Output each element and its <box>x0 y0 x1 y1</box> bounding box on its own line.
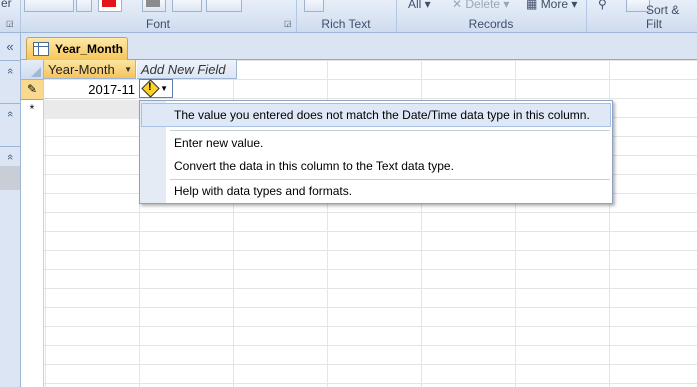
font-format-button[interactable] <box>24 0 74 12</box>
alternate-fill-button[interactable] <box>206 0 242 12</box>
document-tab-year-month[interactable]: Year_Month <box>26 37 128 60</box>
refresh-all-label[interactable]: All ▾ <box>408 0 431 11</box>
nav-selected-item[interactable] <box>0 166 20 190</box>
align-button[interactable] <box>76 0 92 12</box>
ribbon-group-records: All ▾ ✕ Delete ▾ ▦ More ▾ Records <box>396 0 587 32</box>
edit-record-icon[interactable]: ✎ <box>21 80 43 100</box>
font-color-button[interactable] <box>98 0 122 12</box>
fill-color-button[interactable] <box>142 0 166 12</box>
nav-group-chevron-icon[interactable]: « <box>2 104 18 124</box>
filter-icon[interactable]: ⚲ <box>598 0 607 11</box>
column-header-label: Year-Month <box>48 62 115 77</box>
chevron-down-icon: ▼ <box>160 84 168 93</box>
ribbon-fragment-text: er <box>1 0 12 10</box>
delete-button[interactable]: ✕ Delete ▾ <box>452 0 509 11</box>
nav-group-chevron-icon[interactable]: « <box>2 61 18 81</box>
clipboard-launcher-icon[interactable]: ◲ <box>6 19 15 28</box>
document-tab-label: Year_Month <box>55 42 124 56</box>
menu-item-convert-to-text[interactable]: Convert the data in this column to the T… <box>174 156 454 176</box>
select-all-corner[interactable] <box>21 60 44 80</box>
font-color-swatch-icon <box>102 0 116 7</box>
menu-divider <box>170 130 610 131</box>
sort-filter-group-label: Sort & Filt <box>646 3 680 31</box>
ribbon-group-richtext: Rich Text <box>296 0 397 32</box>
ribbon-group-clipboard: er ◲ <box>0 0 21 32</box>
error-smart-tag-button[interactable]: ! ▼ <box>139 79 173 98</box>
menu-divider <box>170 179 610 180</box>
table-icon <box>33 42 49 56</box>
error-options-menu: The value you entered does not match the… <box>139 100 613 204</box>
column-header-year-month[interactable]: Year-Month ▼ <box>44 60 136 79</box>
warning-exclamation-icon: ! <box>148 81 152 93</box>
font-group-label: Font <box>145 17 170 31</box>
nav-collapse-icon[interactable]: « <box>0 39 20 55</box>
menu-error-message: The value you entered does not match the… <box>174 108 590 122</box>
table-cell-year-month[interactable]: 2017-11 <box>44 80 136 99</box>
font-launcher-icon[interactable]: ◲ <box>284 19 293 28</box>
gridlines-button[interactable] <box>172 0 202 12</box>
fill-color-swatch-icon <box>146 0 160 7</box>
richtext-button[interactable] <box>304 0 324 12</box>
column-header-label: Add New Field <box>141 62 226 77</box>
column-dropdown-icon[interactable]: ▼ <box>124 60 132 79</box>
column-header-add-new-field[interactable]: Add New Field <box>137 60 237 79</box>
new-record-icon[interactable]: * <box>21 100 43 119</box>
ribbon-group-sort-filter: ⚲ Sort & Filt <box>586 0 697 32</box>
richtext-group-label: Rich Text <box>321 17 371 31</box>
nav-group-chevron-icon[interactable]: « <box>2 147 18 167</box>
ribbon-group-font: Font ◲ <box>20 0 297 32</box>
menu-item-enter-new-value[interactable]: Enter new value. <box>174 133 263 153</box>
navigation-pane: « « « « <box>0 33 21 387</box>
more-icon: ▦ <box>526 0 538 11</box>
more-button[interactable]: ▦ More ▾ <box>526 0 577 11</box>
ribbon: er ◲ Font ◲ Rich Text All ▾ ✕ Delete ▾ ▦… <box>0 0 697 33</box>
records-group-label: Records <box>468 17 514 31</box>
menu-item-help[interactable]: Help with data types and formats. <box>174 181 352 201</box>
